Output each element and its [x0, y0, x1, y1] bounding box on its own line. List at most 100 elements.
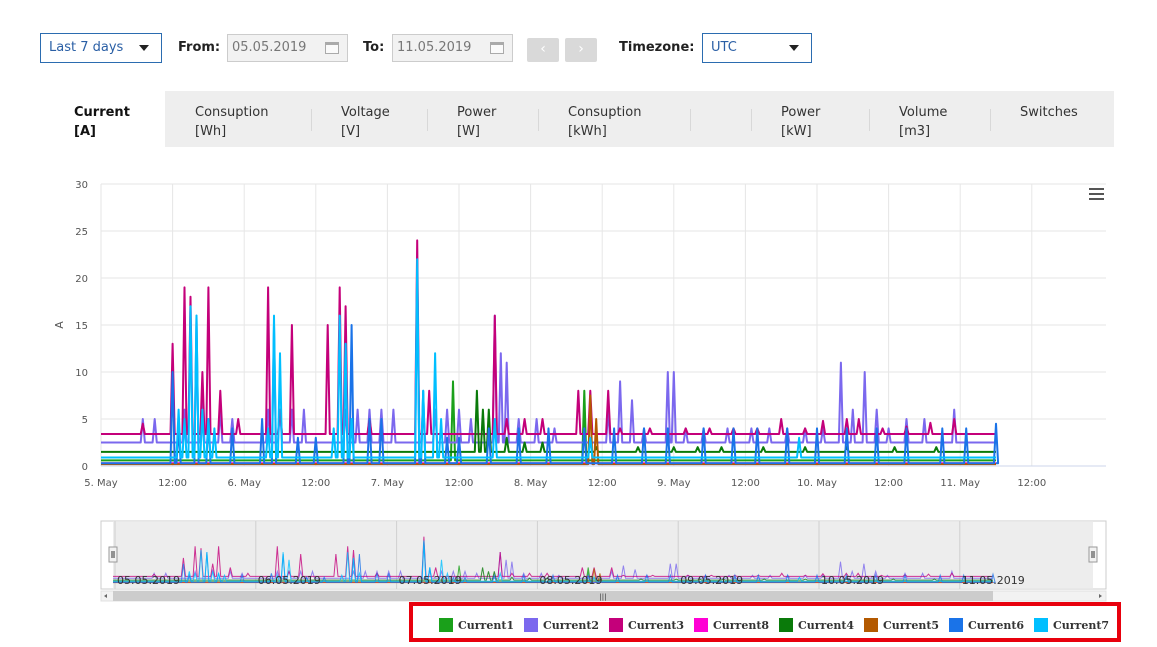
legend-label: Current7 [1053, 619, 1110, 632]
tab-power-w[interactable]: Power [W] [457, 91, 537, 147]
legend-label: Current2 [543, 619, 600, 632]
y-tick-label: 15 [75, 321, 88, 332]
tab-label: Volume [899, 105, 948, 120]
timezone-label: Timezone: [619, 40, 695, 55]
tab-divider [427, 109, 428, 131]
menu-icon[interactable] [1089, 188, 1104, 201]
to-label: To: [363, 40, 385, 55]
legend-item-current2[interactable]: Current2 [524, 618, 599, 632]
x-tick-label: 9. May [657, 478, 690, 489]
tab-unit: [kW] [781, 124, 812, 139]
legend-swatch [1034, 618, 1048, 632]
tab-consumption-kwh[interactable]: Consuption [kWh] [568, 91, 698, 147]
x-tick-label: 11. May [940, 478, 980, 489]
legend-item-current5[interactable]: Current5 [864, 618, 939, 632]
y-tick-label: 5 [82, 415, 88, 426]
navigator-date-label: 10.05.2019 [821, 574, 884, 587]
scrollbar-thumb [113, 591, 993, 601]
to-date-value: 11.05.2019 [397, 40, 472, 55]
tab-divider [751, 109, 752, 131]
prev-period-button[interactable]: ‹ [527, 38, 559, 62]
navigator-date-label: 11.05.2019 [962, 574, 1025, 587]
tab-divider [311, 109, 312, 131]
tab-label: Consuption [568, 105, 642, 120]
navigator[interactable]: 05.05.2019 06.05.2019 07.05.2019 08.05.2019… [0, 515, 1157, 605]
x-tick-label: 12:00 [1017, 478, 1046, 489]
x-tick-label: 8. May [514, 478, 547, 489]
navigator-date-label: 07.05.2019 [399, 574, 462, 587]
legend-item-current1[interactable]: Current1 [439, 618, 514, 632]
x-tick-label: 12:00 [874, 478, 903, 489]
range-select-value: Last 7 days [49, 40, 124, 55]
tab-label: Switches [1020, 105, 1078, 120]
timezone-select-value: UTC [711, 40, 737, 55]
tab-current[interactable]: Current [A] [40, 91, 165, 147]
tab-switches[interactable]: Switches [1020, 91, 1110, 147]
x-tick-label: 12:00 [301, 478, 330, 489]
legend-swatch [609, 618, 623, 632]
tab-unit: [A] [74, 124, 96, 139]
toolbar: Last 7 days From: 05.05.2019 To: 11.05.2… [0, 0, 1157, 80]
legend-swatch [864, 618, 878, 632]
tab-blank[interactable] [700, 91, 745, 147]
chevron-down-icon [139, 45, 149, 51]
legend-swatch [694, 618, 708, 632]
tab-label: Power [457, 105, 497, 120]
legend-label: Current6 [968, 619, 1025, 632]
current-line-chart[interactable]: 0 5 10 15 20 25 30 5. May 12:00 6. May 12:00 7. May… [0, 160, 1157, 500]
legend-item-current4[interactable]: Current4 [779, 618, 854, 632]
legend-swatch [779, 618, 793, 632]
legend-swatch [949, 618, 963, 632]
tab-volume[interactable]: Volume [m3] [899, 91, 989, 147]
chevron-down-icon [789, 45, 799, 51]
next-period-button[interactable]: › [565, 38, 597, 62]
legend-label: Current4 [798, 619, 855, 632]
navigator-series: 05.05.2019 06.05.2019 07.05.2019 08.05.2019… [100, 520, 1107, 602]
from-date-value: 05.05.2019 [232, 40, 307, 55]
navigator-date-label: 08.05.2019 [539, 574, 602, 587]
legend-label: Current8 [713, 619, 770, 632]
legend-item-current3[interactable]: Current3 [609, 618, 684, 632]
x-tick-label: 6. May [227, 478, 260, 489]
y-axis-label: A [53, 321, 66, 329]
calendar-icon[interactable] [490, 42, 504, 54]
from-label: From: [178, 40, 221, 55]
tab-label: Voltage [341, 105, 390, 120]
tab-divider [990, 109, 991, 131]
to-date-input[interactable]: 11.05.2019 [392, 34, 513, 62]
timezone-select[interactable]: UTC [702, 33, 812, 63]
tab-power-kw[interactable]: Power [kW] [781, 91, 871, 147]
x-tick-label: 12:00 [445, 478, 474, 489]
tab-unit: [W] [457, 124, 480, 139]
y-tick-label: 20 [75, 274, 88, 285]
tab-label: Power [781, 105, 821, 120]
y-tick-label: 25 [75, 227, 88, 238]
x-tick-label: 7. May [371, 478, 404, 489]
legend-item-current8[interactable]: Current8 [694, 618, 769, 632]
legend-label: Current1 [458, 619, 515, 632]
legend-item-current6[interactable]: Current6 [949, 618, 1024, 632]
tab-unit: [Wh] [195, 124, 227, 139]
navigator-date-label: 09.05.2019 [680, 574, 743, 587]
range-select[interactable]: Last 7 days [40, 33, 162, 63]
x-tick-label: 10. May [797, 478, 837, 489]
calendar-icon[interactable] [325, 42, 339, 54]
y-tick-label: 30 [75, 180, 88, 191]
tab-voltage[interactable]: Voltage [V] [341, 91, 421, 147]
tab-unit: [kWh] [568, 124, 607, 139]
scrollbar-grip-icon: ||| [599, 593, 606, 601]
tab-consumption-wh[interactable]: Consuption [Wh] [195, 91, 315, 147]
from-date-input[interactable]: 05.05.2019 [227, 34, 348, 62]
legend-label: Current5 [883, 619, 940, 632]
x-tick-label: 5. May [84, 478, 117, 489]
chart-legend: Current1 Current2 Current3 Current8 Current4… [409, 602, 1121, 642]
x-tick-label: 12:00 [731, 478, 760, 489]
x-tick-label: 12:00 [158, 478, 187, 489]
navigator-date-label: 06.05.2019 [258, 574, 321, 587]
y-tick-label: 0 [82, 462, 88, 473]
tab-unit: [V] [341, 124, 361, 139]
navigator-date-label: 05.05.2019 [117, 574, 180, 587]
tab-divider [869, 109, 870, 131]
legend-item-current7[interactable]: Current7 [1034, 618, 1109, 632]
tab-divider [538, 109, 539, 131]
